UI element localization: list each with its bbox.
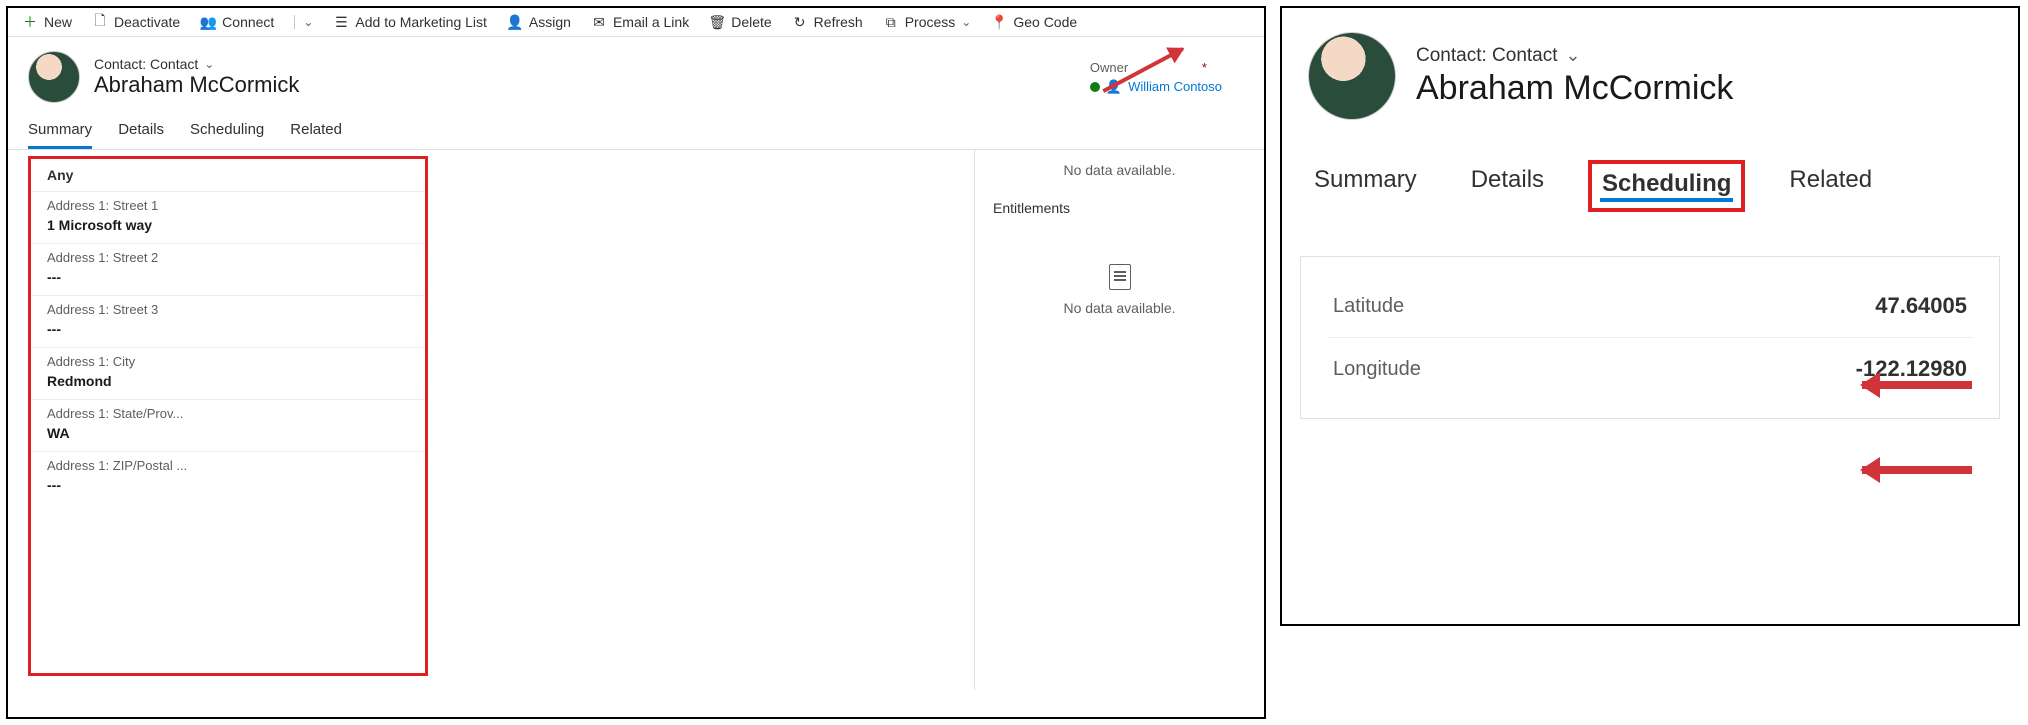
owner-label: Owner [1090, 60, 1128, 75]
email-link-label: Email a Link [613, 14, 689, 30]
connect-icon: 👥 [200, 14, 216, 30]
form-body: Any Address 1: Street 1 1 Microsoft way … [8, 150, 1264, 690]
connect-split-button[interactable]: ⌄ [294, 15, 313, 29]
side-panel: No data available. Entitlements No data … [974, 150, 1264, 690]
field-value[interactable]: WA [31, 423, 425, 451]
add-marketing-button[interactable]: ☰ Add to Marketing List [333, 14, 487, 30]
add-marketing-label: Add to Marketing List [355, 14, 487, 30]
record-header: Contact: Contact ⌄ Abraham McCormick [1300, 18, 2000, 134]
assign-icon: 👤 [507, 14, 523, 30]
process-icon: ⧉ [883, 14, 899, 30]
deactivate-button[interactable]: 🗋 Deactivate [92, 14, 180, 30]
field-label: Address 1: State/Prov... [31, 399, 425, 423]
tab-scheduling[interactable]: Scheduling [190, 121, 264, 149]
latitude-label: Latitude [1333, 295, 1404, 318]
field-label: Address 1: ZIP/Postal ... [31, 451, 425, 475]
no-data-text: No data available. [993, 300, 1246, 316]
document-icon [1109, 264, 1131, 290]
pin-icon: 📍 [991, 14, 1007, 30]
right-panel: Contact: Contact ⌄ Abraham McCormick Sum… [1280, 6, 2020, 626]
geocode-button[interactable]: 📍 Geo Code [991, 14, 1077, 30]
tab-related[interactable]: Related [1779, 160, 1882, 212]
connect-button[interactable]: 👥 Connect [200, 14, 274, 30]
chevron-down-icon: ⌄ [961, 15, 971, 29]
refresh-button[interactable]: ↻ Refresh [792, 14, 863, 30]
tab-details[interactable]: Details [118, 121, 164, 149]
annotation-arrow [1862, 381, 1972, 389]
email-link-button[interactable]: ✉ Email a Link [591, 14, 689, 30]
tab-strip: Summary Details Scheduling Related [8, 111, 1264, 150]
entity-label: Contact: Contact [94, 56, 198, 72]
chevron-down-icon: ⌄ [1566, 45, 1581, 66]
owner-block: Owner * 👤 William Contoso [1090, 60, 1244, 95]
avatar [28, 51, 80, 103]
new-label: New [44, 14, 72, 30]
assign-label: Assign [529, 14, 571, 30]
required-marker: * [1202, 60, 1207, 75]
process-label: Process [905, 14, 956, 30]
record-header: Contact: Contact ⌄ Abraham McCormick Own… [8, 37, 1264, 111]
trash-icon: 🗑 [709, 14, 725, 30]
owner-name: William Contoso [1128, 79, 1222, 94]
field-value[interactable]: --- [31, 267, 425, 295]
field-value[interactable]: Redmond [31, 371, 425, 399]
field-value[interactable]: --- [31, 475, 425, 503]
refresh-icon: ↻ [792, 14, 808, 30]
address-section-title: Any [31, 159, 425, 191]
tab-summary[interactable]: Summary [1304, 160, 1427, 212]
deactivate-label: Deactivate [114, 14, 180, 30]
entitlements-title: Entitlements [993, 200, 1246, 216]
entity-type-selector[interactable]: Contact: Contact ⌄ [1416, 45, 1733, 67]
connect-label: Connect [222, 14, 274, 30]
chevron-down-icon: ⌄ [204, 57, 214, 71]
assign-button[interactable]: 👤 Assign [507, 14, 571, 30]
record-name: Abraham McCormick [94, 72, 299, 98]
presence-icon [1090, 82, 1100, 92]
deactivate-icon: 🗋 [92, 14, 108, 30]
field-label: Address 1: Street 2 [31, 243, 425, 267]
tab-summary[interactable]: Summary [28, 121, 92, 149]
delete-label: Delete [731, 14, 771, 30]
field-value[interactable]: 1 Microsoft way [31, 215, 425, 243]
entity-type-selector[interactable]: Contact: Contact ⌄ [94, 56, 299, 72]
field-label: Address 1: City [31, 347, 425, 371]
list-icon: ☰ [333, 14, 349, 30]
record-name: Abraham McCormick [1416, 69, 1733, 108]
command-bar: ＋ New 🗋 Deactivate 👥 Connect ⌄ ☰ Add to … [8, 8, 1264, 37]
latitude-row[interactable]: Latitude 47.64005 [1327, 275, 1973, 338]
process-button[interactable]: ⧉ Process ⌄ [883, 14, 972, 30]
title-block: Contact: Contact ⌄ Abraham McCormick [94, 56, 299, 98]
field-label: Address 1: Street 1 [31, 191, 425, 215]
delete-button[interactable]: 🗑 Delete [709, 14, 771, 30]
field-value[interactable]: --- [31, 319, 425, 347]
plus-icon: ＋ [22, 14, 38, 30]
latitude-value: 47.64005 [1875, 293, 1967, 319]
tab-scheduling[interactable]: Scheduling [1588, 160, 1745, 212]
no-data-text: No data available. [993, 162, 1246, 178]
annotation-arrow [1862, 466, 1972, 474]
avatar [1308, 32, 1396, 120]
address-section: Any Address 1: Street 1 1 Microsoft way … [28, 156, 428, 676]
refresh-label: Refresh [814, 14, 863, 30]
tab-details[interactable]: Details [1461, 160, 1554, 212]
entity-label: Contact: Contact [1416, 45, 1558, 67]
title-block: Contact: Contact ⌄ Abraham McCormick [1416, 45, 1733, 108]
field-label: Address 1: Street 3 [31, 295, 425, 319]
longitude-label: Longitude [1333, 358, 1421, 381]
geocode-label: Geo Code [1013, 14, 1077, 30]
new-button[interactable]: ＋ New [22, 14, 72, 30]
left-panel: ＋ New 🗋 Deactivate 👥 Connect ⌄ ☰ Add to … [6, 6, 1266, 719]
tab-related[interactable]: Related [290, 121, 342, 149]
chevron-down-icon: ⌄ [294, 15, 313, 29]
mail-icon: ✉ [591, 14, 607, 30]
coordinates-section: Latitude 47.64005 Longitude -122.12980 [1300, 256, 2000, 419]
tab-strip: Summary Details Scheduling Related [1300, 134, 2000, 212]
